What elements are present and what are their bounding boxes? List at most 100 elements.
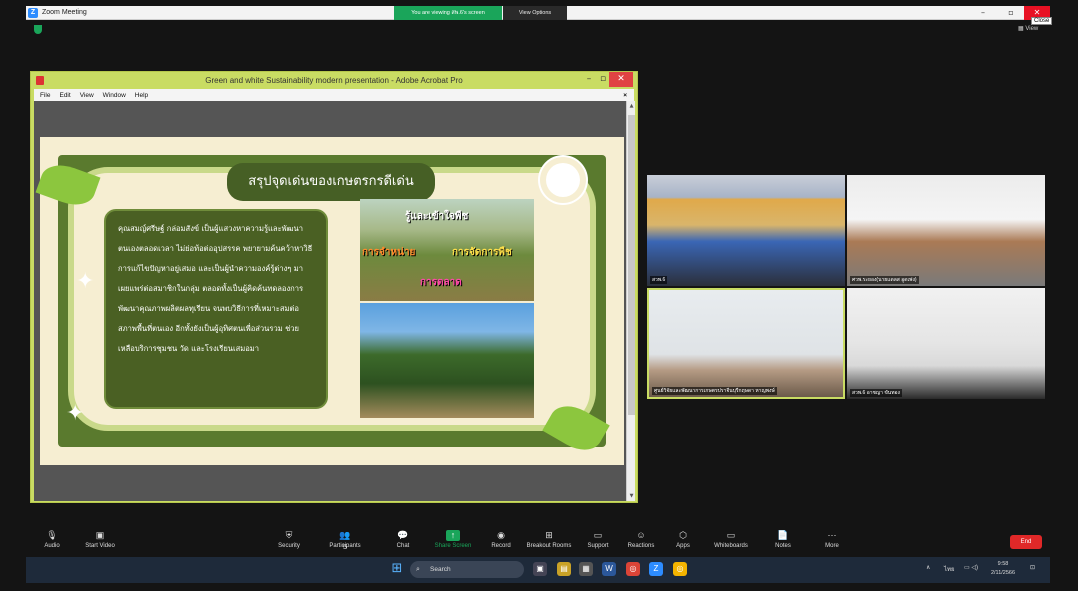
- star-icon: ✦: [66, 401, 85, 426]
- scroll-down-icon[interactable]: ▼: [628, 493, 635, 499]
- acrobat-title: Green and white Sustainability modern pr…: [31, 72, 637, 89]
- zoom-meeting-window: Z Zoom Meeting You are viewing สพ.6's sc…: [0, 0, 1078, 591]
- clock-date: 2/11/2566: [990, 570, 1016, 576]
- apps-label: Apps: [676, 543, 690, 549]
- more-button[interactable]: ⋯ More: [802, 528, 862, 549]
- acrobat-close-icon[interactable]: ✕: [609, 72, 633, 87]
- close-tooltip: Close: [1031, 17, 1053, 25]
- menu-edit[interactable]: Edit: [59, 92, 70, 99]
- photo-label-market: การตลาด: [420, 277, 462, 288]
- tray-chevron-icon[interactable]: ∧: [926, 564, 930, 571]
- notes-label: Notes: [775, 543, 791, 549]
- participant-name: ศูนย์วิจัยและพัฒนาการเกษตรปราจีนบุรีกฤษด…: [652, 387, 777, 395]
- breakout-rooms-icon: ⊞: [545, 530, 553, 540]
- video-tile[interactable]: สวพ.6 อาชญา ขันทอง: [847, 288, 1045, 399]
- menu-window[interactable]: Window: [103, 92, 126, 99]
- breakout-label: Breakout Rooms: [526, 543, 572, 549]
- photo-label-sell: การจำหน่าย: [362, 247, 416, 258]
- video-label: Start Video: [85, 543, 115, 549]
- acrobat-menubar: File Edit View Window Help ×: [34, 89, 634, 101]
- word-icon[interactable]: W: [602, 562, 616, 576]
- security-label: Security: [278, 543, 300, 549]
- more-label: More: [825, 543, 839, 549]
- minimize-icon[interactable]: –: [970, 6, 996, 20]
- window-title: Zoom Meeting: [42, 9, 87, 16]
- network-icon[interactable]: ▭ ◁): [964, 564, 978, 571]
- viewing-screen-banner: You are viewing สพ.6's screen: [394, 6, 502, 20]
- participants-button[interactable]: 👥5 Participants: [315, 528, 375, 551]
- windows-start-icon[interactable]: ⊞: [390, 562, 404, 576]
- slide-body-text: คุณสมญ์ศรีษฐ์ กล่อมสังข์ เป็นผู้แสวงหาคว…: [104, 209, 328, 409]
- taskbar-clock[interactable]: 9:58 2/11/2566: [983, 560, 1023, 578]
- microphone-icon: 🎙: [46, 530, 58, 540]
- apps-icon: ⬡: [679, 530, 687, 540]
- shared-acrobat-window: Green and white Sustainability modern pr…: [30, 71, 638, 503]
- close-document-icon[interactable]: ×: [623, 92, 627, 99]
- video-tile[interactable]: สวพ.6: [647, 175, 845, 286]
- end-meeting-button[interactable]: End: [1010, 535, 1042, 549]
- star-icon: ✦: [76, 269, 95, 294]
- durian-farmer-photo: รู้และเข้าใจพืช การจัดการพืช การจำหน่าย …: [360, 199, 534, 301]
- menu-help[interactable]: Help: [135, 92, 148, 99]
- shield-icon: ⛨: [285, 530, 293, 540]
- view-button[interactable]: ▦ View: [1018, 25, 1038, 32]
- document-area: ✦ ✦ สรุปจุดเด่นของเกษตรกรดีเด่น คุณสมญ์ศ…: [34, 101, 626, 501]
- participant-name: สวพ.6 อาชญา ขันทอง: [850, 389, 902, 397]
- menu-view[interactable]: View: [80, 92, 94, 99]
- search-icon: ⌕: [416, 566, 420, 573]
- presentation-slide: ✦ ✦ สรุปจุดเด่นของเกษตรกรดีเด่น คุณสมญ์ศ…: [35, 137, 624, 465]
- video-off-icon: ▣: [95, 530, 105, 540]
- task-view-icon[interactable]: ▣: [533, 562, 547, 576]
- video-tile-active-speaker[interactable]: ศูนย์วิจัยและพัฒนาการเกษตรปราจีนบุรีกฤษด…: [647, 288, 845, 399]
- photo-label-understand: รู้และเข้าใจพืช: [405, 211, 469, 222]
- view-options-button[interactable]: View Options: [503, 6, 567, 20]
- share-label: Share Screen: [434, 543, 472, 549]
- photo-label-manage: การจัดการพืช: [452, 247, 512, 258]
- reactions-label: Reactions: [627, 543, 655, 549]
- security-shield-icon[interactable]: [34, 25, 42, 34]
- share-screen-icon: ↑: [446, 530, 460, 541]
- scroll-up-icon[interactable]: ▲: [628, 103, 635, 109]
- pdf-icon: [36, 76, 44, 85]
- menu-file[interactable]: File: [40, 92, 50, 99]
- clock-time: 9:58: [997, 561, 1009, 567]
- file-explorer-icon[interactable]: ▤: [557, 562, 571, 576]
- whiteboard-icon: ▭: [726, 530, 736, 540]
- taskbar-search[interactable]: ⌕ Search: [410, 561, 524, 578]
- store-icon[interactable]: ▦: [579, 562, 593, 576]
- more-icon: ⋯: [827, 530, 837, 540]
- zoom-taskbar-icon[interactable]: Z: [649, 562, 663, 576]
- chrome-icon[interactable]: ◎: [626, 562, 640, 576]
- slide-heading: สรุปจุดเด่นของเกษตรกรดีเด่น: [227, 163, 435, 201]
- durian-orchard-photo: [360, 303, 534, 418]
- search-label: Search: [430, 566, 451, 573]
- whiteboards-button[interactable]: ▭ Whiteboards: [701, 528, 761, 549]
- video-gallery: สวพ.6 ศวพ.ระยอง(นายแดลส อูดเพ่ง) ศูนย์วิ…: [647, 175, 1047, 401]
- start-video-button[interactable]: ▣ Start Video: [70, 528, 130, 549]
- notification-icon[interactable]: ⊡: [1030, 564, 1035, 571]
- notes-icon: 📄: [777, 530, 789, 540]
- sun-icon: [546, 163, 580, 197]
- chrome-profile-icon[interactable]: ◎: [673, 562, 687, 576]
- support-icon: ▭: [593, 530, 603, 540]
- scroll-thumb[interactable]: [628, 115, 635, 415]
- maximize-icon[interactable]: ▫: [998, 6, 1024, 20]
- security-button[interactable]: ⛨ Security: [259, 528, 319, 549]
- meeting-controls: 🎙 Audio ▣ Start Video ⛨ Security 👥5 Particip…: [26, 528, 1050, 556]
- windows-taskbar: ⊞ ⌕ Search ▣ ▤ ▦ W ◎ Z ◎ ∧ ไทย ▭ ◁) 9:58 …: [26, 557, 1050, 583]
- audio-label: Audio: [44, 543, 60, 549]
- language-indicator[interactable]: ไทย: [944, 564, 955, 574]
- whiteboards-label: Whiteboards: [714, 543, 748, 549]
- record-label: Record: [491, 543, 511, 549]
- record-icon: ◉: [497, 530, 505, 540]
- document-scrollbar[interactable]: ▲ ▼: [626, 101, 635, 501]
- zoom-logo-icon: Z: [28, 7, 38, 18]
- participants-label: Participants: [329, 543, 361, 549]
- support-label: Support: [587, 543, 609, 549]
- zoom-titlebar: Z Zoom Meeting You are viewing สพ.6's sc…: [26, 6, 1050, 20]
- participant-name: ศวพ.ระยอง(นายแดลส อูดเพ่ง): [850, 276, 919, 284]
- participant-name: สวพ.6: [650, 276, 668, 284]
- video-tile[interactable]: ศวพ.ระยอง(นายแดลส อูดเพ่ง): [847, 175, 1045, 286]
- chat-label: Chat: [396, 543, 410, 549]
- view-label: View: [1025, 26, 1039, 32]
